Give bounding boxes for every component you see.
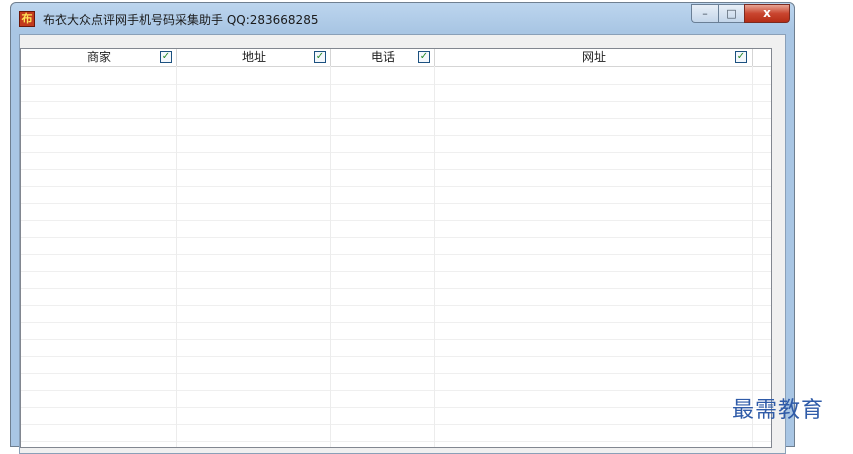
grid-row-line [21,254,771,255]
website-checkbox[interactable]: ✓ [735,51,747,63]
maximize-button[interactable]: □ [718,4,744,23]
grid-row-line [21,373,771,374]
grid-row-line [21,271,771,272]
caption-buttons: – □ x [691,4,790,24]
grid-row-line [21,356,771,357]
grid-column-line [434,66,435,447]
watermark-text: 最需教育 [732,398,825,423]
app-logo-icon[interactable]: 布 [19,11,35,27]
column-header-merchant[interactable]: 商家 ✓ [21,49,177,66]
grid-row-line [21,220,771,221]
results-listview[interactable]: 商家 ✓ 地址 ✓ 电话 ✓ 网址 ✓ [20,48,772,448]
grid-row-line [21,135,771,136]
column-header-website[interactable]: 网址 ✓ [435,49,753,66]
grid-row-line [21,407,771,408]
grid-row-line [21,152,771,153]
column-label-merchant: 商家 [86,50,111,64]
listview-header: 商家 ✓ 地址 ✓ 电话 ✓ 网址 ✓ [21,49,771,67]
grid-column-line [330,66,331,447]
grid-row-line [21,186,771,187]
grid-row-line [21,424,771,425]
merchant-checkbox[interactable]: ✓ [160,51,172,63]
grid-row-line [21,101,771,102]
grid-row-line [21,203,771,204]
grid-row-line [21,339,771,340]
minimize-button[interactable]: – [691,4,718,23]
column-header-address[interactable]: 地址 ✓ [177,49,331,66]
grid-row-line [21,322,771,323]
address-checkbox[interactable]: ✓ [314,51,326,63]
column-label-address: 地址 [241,50,266,64]
grid-row-line [21,288,771,289]
grid-row-line [21,118,771,119]
grid-row-line [21,169,771,170]
grid-row-line [21,441,771,442]
grid-column-line [752,66,753,447]
grid-row-line [21,305,771,306]
close-button[interactable]: x [744,4,790,23]
grid-row-line [21,84,771,85]
grid-column-line [176,66,177,447]
window-title: 布衣大众点评网手机号码采集助手 QQ:283668285 [43,13,319,27]
column-header-phone[interactable]: 电话 ✓ [331,49,435,66]
grid-row-line [21,390,771,391]
title-bar[interactable]: 布 布衣大众点评网手机号码采集助手 QQ:283668285 – □ x [11,3,794,35]
column-label-website: 网址 [581,50,606,64]
grid-row-line [21,237,771,238]
phone-checkbox[interactable]: ✓ [418,51,430,63]
